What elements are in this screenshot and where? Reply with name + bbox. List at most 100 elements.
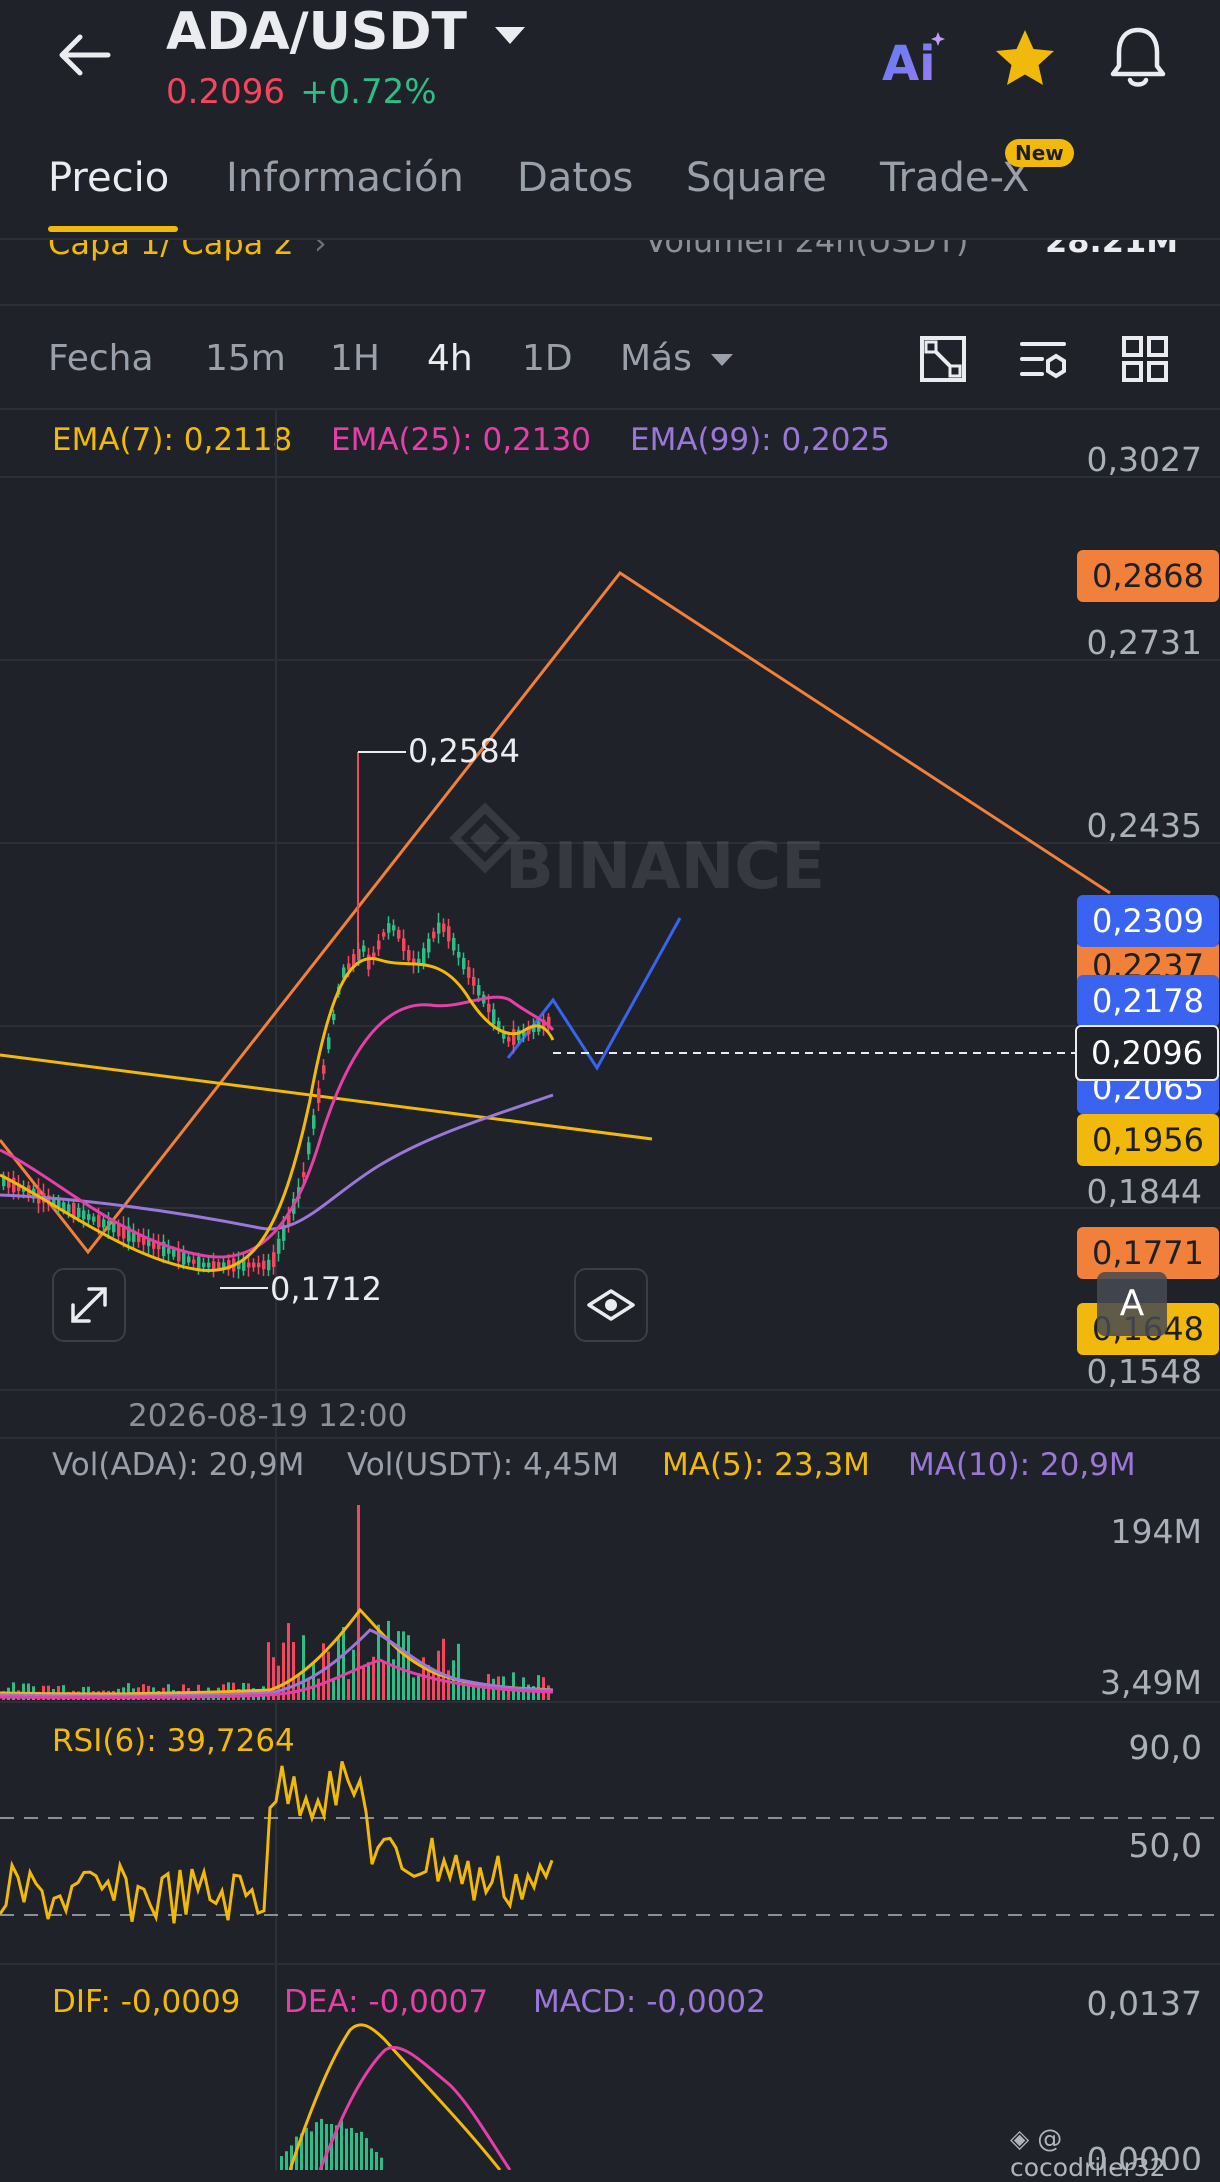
volume-bar [407, 1635, 410, 1700]
price-tag-blue[interactable]: 0,2178 [1077, 975, 1219, 1027]
candle-body [257, 1262, 261, 1268]
candle-body [462, 957, 466, 970]
visibility-toggle-button[interactable] [574, 1268, 648, 1342]
candle-body [262, 1260, 266, 1270]
volume-bar [512, 1672, 515, 1700]
candle-body [477, 985, 481, 996]
candle-body [217, 1262, 221, 1268]
volume-bar [402, 1631, 405, 1700]
candle-body [272, 1252, 276, 1268]
volume-bar [327, 1651, 330, 1700]
macd-bar [355, 2132, 358, 2170]
candle-body [367, 954, 371, 970]
candle-body [192, 1259, 196, 1264]
macd-bar [280, 2156, 283, 2170]
vol-ada-label: Vol(ADA): 20,9M [52, 1447, 305, 1483]
candle-body [247, 1262, 251, 1268]
candle-body [407, 950, 411, 961]
user-drawings [0, 570, 1111, 1255]
candle-body [472, 976, 476, 986]
credit-watermark: ◈ @ cocodriler32 [1010, 2124, 1220, 2182]
vol-axis-top: 194M [1110, 1512, 1202, 1551]
yellow-trendline [0, 1053, 653, 1141]
candle-body [212, 1261, 216, 1269]
macd-dea-label: DEA: -0,0007 [284, 1984, 489, 2020]
macd-bar [345, 2128, 348, 2170]
macd-bar [340, 2120, 343, 2170]
candle-body [437, 922, 441, 934]
dea-line [318, 2045, 512, 2170]
volume-bar [387, 1620, 390, 1700]
candle-body [487, 1003, 491, 1013]
candle-body [432, 931, 436, 939]
volume-bar [352, 1649, 355, 1700]
price-axis-label: 0,2731 [1086, 623, 1202, 662]
candle-body [102, 1219, 106, 1228]
candle-body [187, 1256, 191, 1263]
volume-bar [382, 1661, 385, 1700]
price-tag-yellow[interactable]: 0,1956 [1077, 1114, 1219, 1166]
candle-body [82, 1210, 86, 1220]
price-axis-label: 0,1548 [1086, 1352, 1202, 1391]
candle-body [307, 1142, 311, 1155]
volume-bar [442, 1638, 445, 1700]
macd-bar [365, 2138, 368, 2170]
candle-body [512, 1029, 516, 1045]
candle-body [172, 1249, 176, 1257]
binance-watermark: BINANCE [449, 802, 825, 904]
volume-bar [397, 1631, 400, 1700]
candle-body [167, 1248, 171, 1254]
volume-bar [412, 1677, 415, 1700]
macd-value-label: MACD: -0,0002 [533, 1984, 766, 2020]
macd-bar [375, 2151, 378, 2170]
candle-body [112, 1222, 116, 1233]
candle-body [322, 1065, 326, 1074]
alert-a-marker[interactable]: A [1097, 1272, 1167, 1336]
candle-body [492, 1009, 496, 1025]
macd-bar [380, 2157, 383, 2170]
price-axis-label: 0,2435 [1086, 806, 1202, 845]
vol-axis-bottom: 3,49M [1100, 1663, 1202, 1702]
candle-body [327, 1037, 331, 1050]
volume-bar [457, 1643, 460, 1700]
eye-icon [587, 1289, 635, 1321]
candle-body [277, 1238, 281, 1254]
macd-bar [305, 2127, 308, 2170]
volume-bar [297, 1674, 300, 1700]
volume-bar [312, 1662, 315, 1700]
volume-bar [417, 1673, 420, 1700]
price-tag-orange[interactable]: 0,2868 [1077, 550, 1219, 602]
price-axis-label: 0,3027 [1086, 440, 1202, 479]
candle-body [267, 1259, 271, 1271]
candle-body [202, 1262, 206, 1268]
candle-body [382, 932, 386, 937]
macd-bar [285, 2151, 288, 2170]
price-tag-blue[interactable]: 0,2309 [1077, 895, 1219, 947]
candle-body [87, 1214, 91, 1220]
volume-bar [317, 1678, 320, 1700]
candle-body [427, 938, 431, 953]
candle-body [332, 1013, 336, 1021]
vol-usdt-label: Vol(USDT): 4,45M [347, 1447, 619, 1483]
blue-projection-line [506, 917, 682, 1071]
candle-body [317, 1088, 321, 1104]
volume-bar [332, 1678, 335, 1700]
volume-bar [362, 1666, 365, 1700]
macd-bar [315, 2122, 318, 2170]
price-axis-label: 0,1844 [1086, 1172, 1202, 1211]
volume-bar [347, 1679, 350, 1700]
macd-bar [310, 2131, 313, 2170]
rsi-label: RSI(6): 39,7264 [52, 1723, 295, 1759]
volume-bar [342, 1627, 345, 1700]
fullscreen-button[interactable] [52, 1268, 126, 1342]
volume-bar [537, 1675, 540, 1700]
macd-axis-top: 0,0137 [1086, 1984, 1202, 2023]
candle-body [507, 1036, 511, 1042]
watermark-text: BINANCE [505, 830, 825, 904]
current-price-tag[interactable]: 0,2096 [1075, 1025, 1219, 1081]
macd-dif-label: DIF: -0,0009 [52, 1984, 241, 2020]
volume-spike-bar [357, 1505, 360, 1700]
high-price-label: 0,2584 [408, 732, 520, 770]
candle-body [452, 937, 456, 951]
volume-bar [432, 1671, 435, 1700]
